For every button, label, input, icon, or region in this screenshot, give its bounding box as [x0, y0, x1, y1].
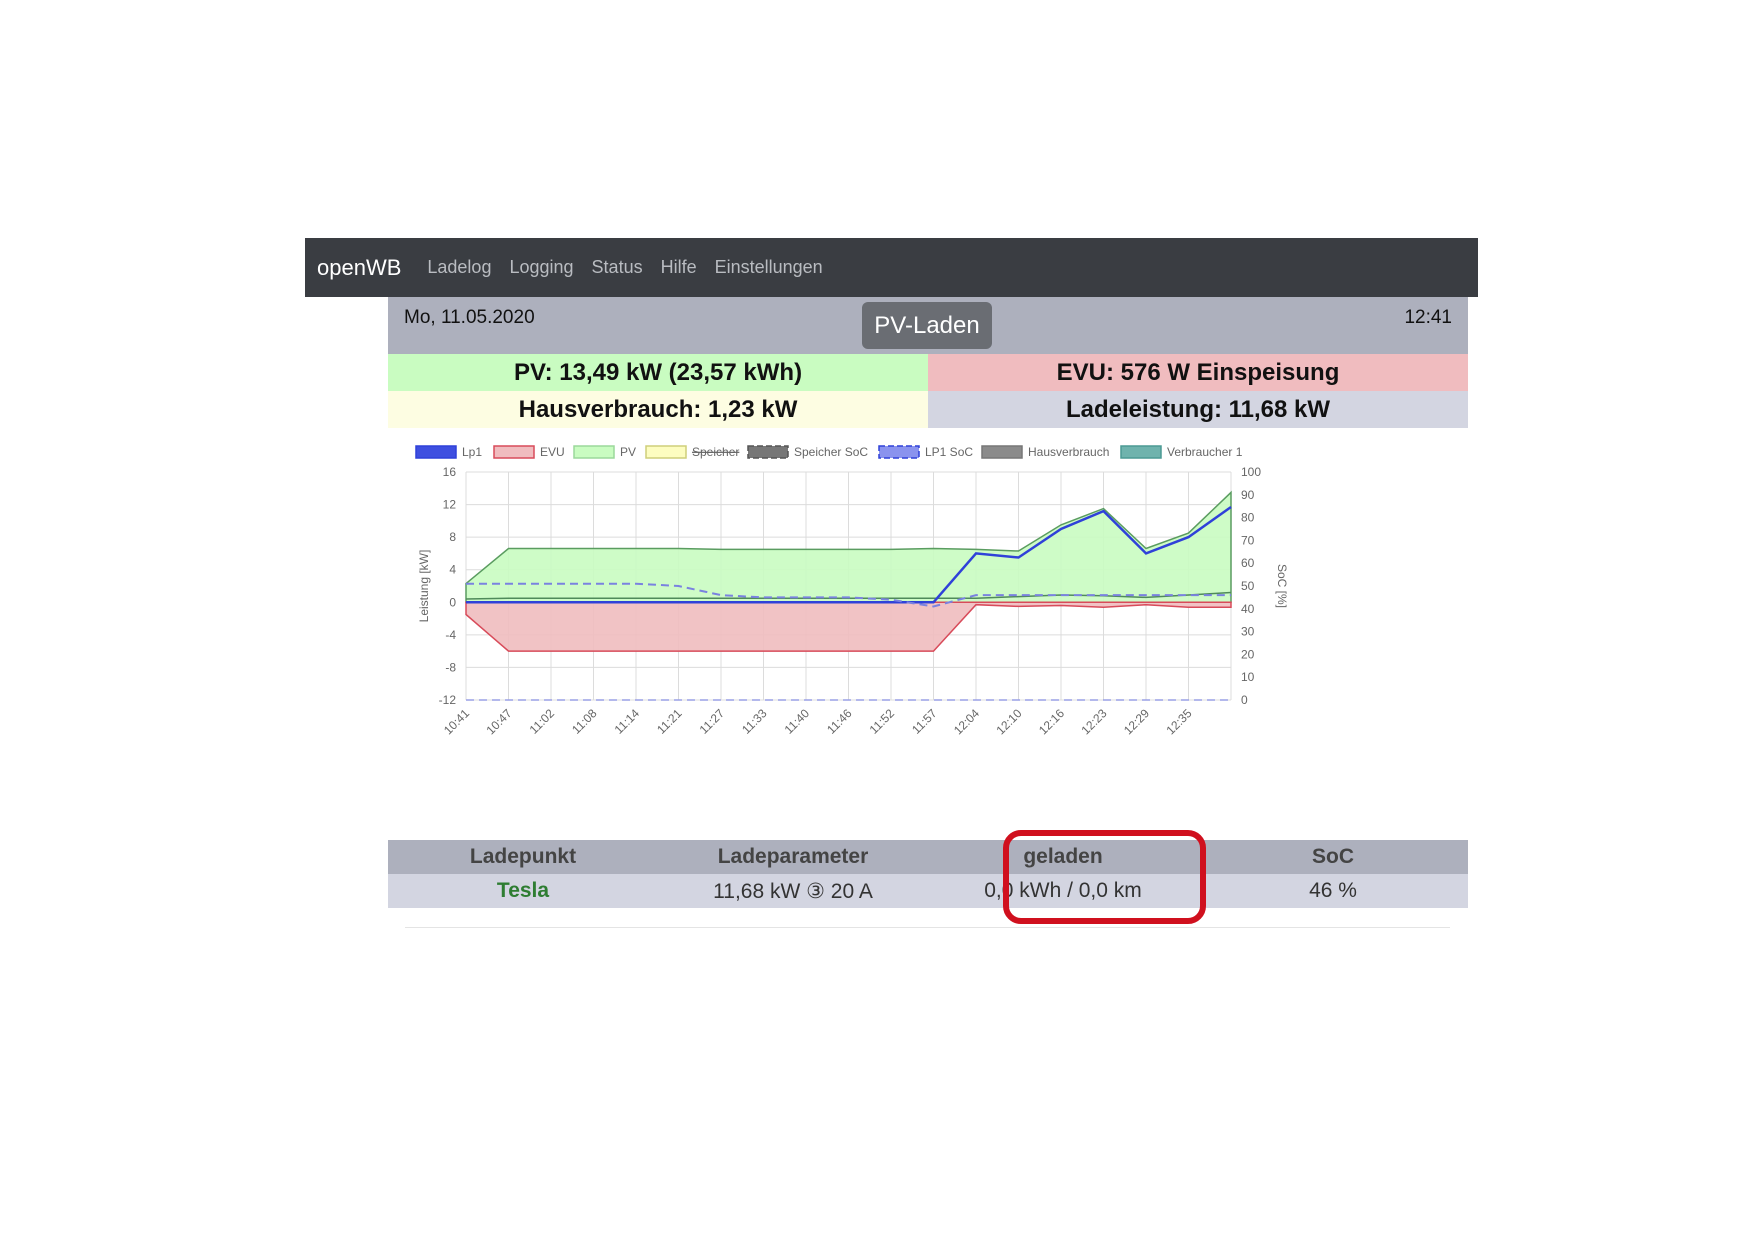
x-tick-label: 11:08	[569, 706, 600, 737]
x-tick-label: 12:29	[1121, 706, 1152, 737]
y-tick-label: 8	[449, 530, 456, 544]
header-soc: SoC	[1312, 845, 1354, 868]
nav-item-status[interactable]: Status	[592, 257, 643, 278]
x-tick-label: 11:14	[612, 706, 643, 737]
legend-label: LP1 SoC	[925, 445, 973, 459]
y-tick-label: -4	[445, 628, 456, 642]
y2-tick-label: 10	[1241, 670, 1255, 684]
legend-label: EVU	[540, 445, 565, 459]
x-tick-label: 10:41	[441, 706, 472, 737]
y-tick-label: -12	[439, 693, 457, 707]
x-tick-label: 11:33	[739, 706, 770, 737]
power-chart-svg: 1612840-4-8-1210:41 10:47 11:02 11:08 11:14 1…	[415, 445, 1289, 737]
x-tick-label: 12:04	[951, 706, 982, 737]
legend-label: Speicher	[692, 445, 739, 459]
legend-swatch	[1120, 445, 1162, 459]
divider	[405, 927, 1450, 928]
legend-label: Hausverbrauch	[1028, 445, 1109, 459]
chargepoint-table-header: Ladepunkt Ladeparameter geladen SoC	[388, 840, 1468, 874]
hausverbrauch-stat: Hausverbrauch: 1,23 kW	[388, 391, 928, 428]
legend-label: PV	[620, 445, 636, 459]
y2-tick-label: 40	[1241, 602, 1255, 616]
x-tick-label: 12:10	[993, 706, 1024, 737]
y2-tick-label: 50	[1241, 579, 1255, 593]
power-stats: PV: 13,49 kW (23,57 kWh) EVU: 576 W Eins…	[388, 354, 1468, 428]
x-tick-label: 12:35	[1163, 706, 1194, 737]
y2-tick-label: 80	[1241, 511, 1255, 525]
x-tick-label: 11:27	[697, 706, 728, 737]
header-ladepunkt: Ladepunkt	[469, 845, 577, 868]
x-tick-label: 11:02	[527, 706, 558, 737]
x-tick-label: 12:23	[1078, 706, 1109, 737]
nav-item-einstellungen[interactable]: Einstellungen	[715, 257, 823, 278]
evu-area	[465, 601, 1232, 652]
y2-tick-label: 0	[1241, 693, 1248, 707]
date-display: Mo, 11.05.2020	[404, 307, 535, 328]
navbar: openWB Ladelog Logging Status Hilfe Eins…	[305, 238, 1478, 297]
header-ladeparameter: Ladeparameter	[717, 845, 869, 868]
pv-stat: PV: 13,49 kW (23,57 kWh)	[388, 354, 928, 391]
x-tick-label: 11:57	[909, 706, 940, 737]
y-tick-label: 12	[443, 498, 457, 512]
x-tick-label: 11:46	[824, 706, 855, 737]
time-display: 12:41	[1404, 307, 1452, 328]
ladeleistung-stat: Ladeleistung: 11,68 kW	[928, 391, 1468, 428]
x-tick-label: 11:52	[867, 706, 898, 737]
nav-item-hilfe[interactable]: Hilfe	[661, 257, 697, 278]
charge-parameters: 11,68 kW ③ 20 A	[713, 879, 873, 903]
legend-label: Verbraucher 1	[1167, 445, 1243, 459]
legend-swatch	[747, 445, 789, 459]
x-tick-label: 10:47	[483, 706, 514, 737]
y2-axis-label: SoC [%]	[1275, 564, 1289, 608]
evu-stat: EVU: 576 W Einspeisung	[928, 354, 1468, 391]
y2-tick-label: 70	[1241, 533, 1255, 547]
brand-logo[interactable]: openWB	[317, 255, 401, 281]
nav-item-ladelog[interactable]: Ladelog	[427, 257, 491, 278]
legend-swatch	[493, 445, 535, 459]
x-tick-label: 12:16	[1036, 706, 1067, 737]
y2-tick-label: 90	[1241, 488, 1255, 502]
legend-label: Speicher SoC	[794, 445, 868, 459]
status-header: Mo, 11.05.2020 PV-Laden 12:41	[388, 297, 1468, 354]
legend-label: Lp1	[462, 445, 482, 459]
y2-tick-label: 20	[1241, 647, 1255, 661]
soc-value: 46 %	[1309, 879, 1357, 902]
legend-swatch	[645, 445, 687, 459]
y2-tick-label: 60	[1241, 556, 1255, 570]
power-chart: 16 12 8 4 0 -4 -8 -12 10:41 10:47 11:02 11:08 11:14 1…	[388, 440, 1468, 840]
y2-tick-label: 100	[1241, 465, 1261, 479]
y-tick-label: 4	[449, 563, 456, 577]
legend-swatch	[573, 445, 615, 459]
y-tick-label: 0	[449, 595, 456, 609]
x-tick-label: 11:21	[654, 706, 685, 737]
legend-swatch	[878, 445, 920, 459]
y2-tick-label: 30	[1241, 625, 1255, 639]
y-axis-label: Leistung [kW]	[417, 550, 431, 623]
chargepoint-name-tesla[interactable]: Tesla	[388, 874, 658, 908]
x-tick-label: 11:40	[782, 706, 813, 737]
legend-swatch	[981, 445, 1023, 459]
highlight-annotation	[1003, 830, 1206, 924]
y-tick-label: 16	[443, 465, 457, 479]
table-row: Tesla 11,68 kW ③ 20 A 0,0 kWh / 0,0 km 4…	[388, 874, 1468, 908]
charge-mode-button[interactable]: PV-Laden	[862, 302, 992, 349]
y-tick-label: -8	[445, 660, 456, 674]
legend-swatch	[415, 445, 457, 459]
nav-item-logging[interactable]: Logging	[509, 257, 573, 278]
